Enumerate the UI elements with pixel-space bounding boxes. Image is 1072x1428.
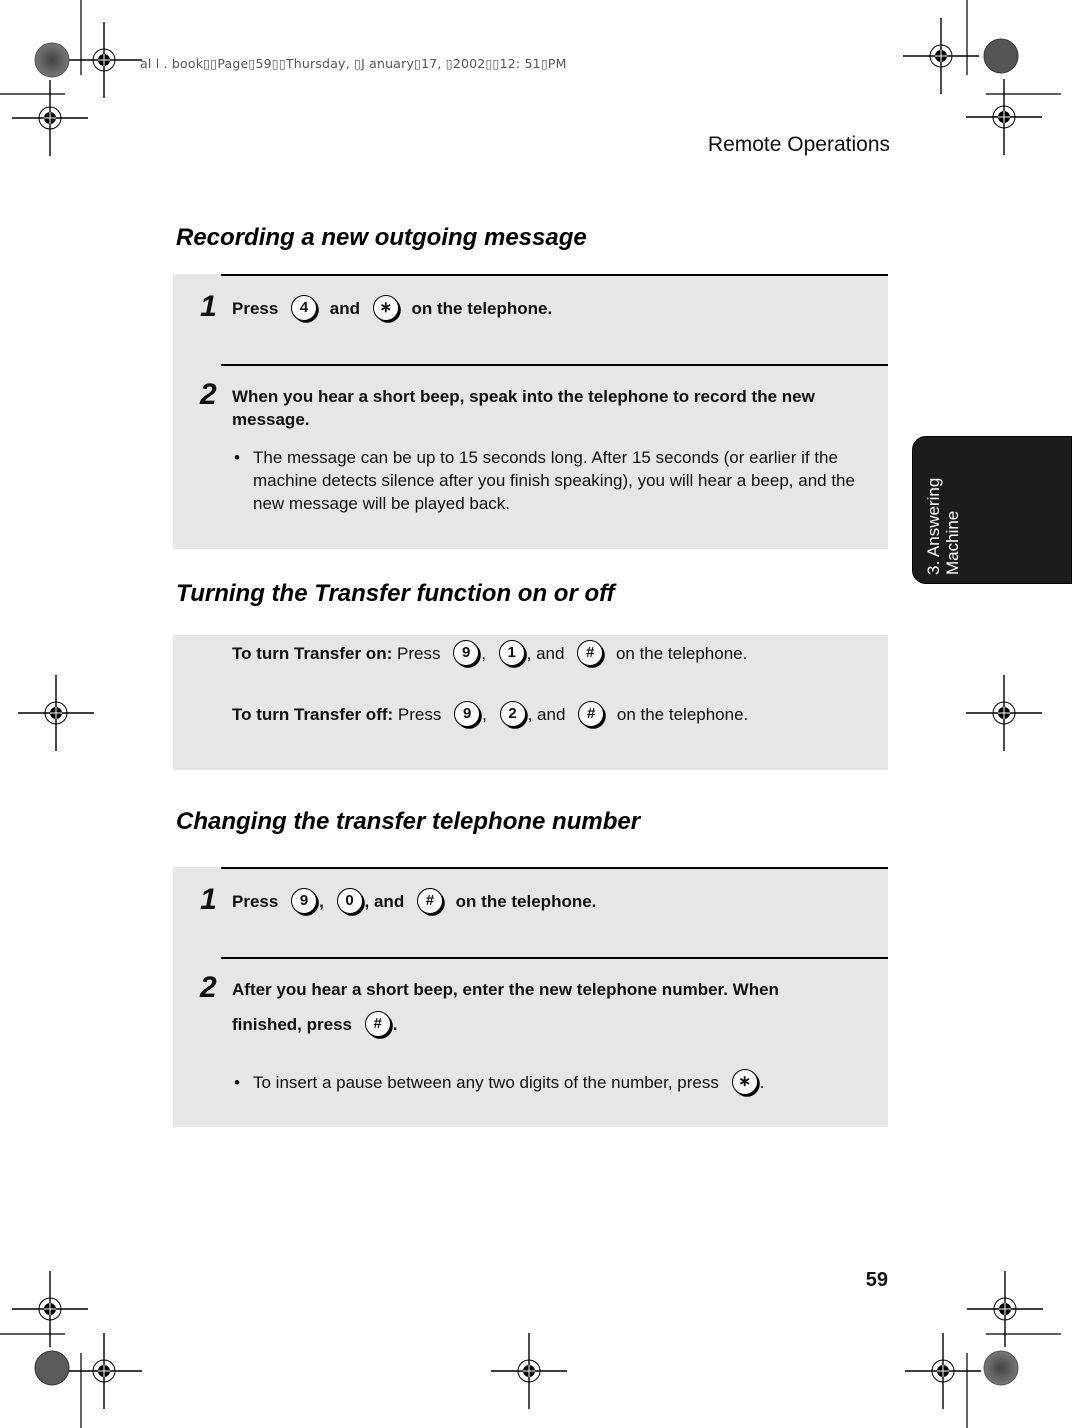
transfer-off-line: To turn Transfer off: Press 9, 2, and # …: [232, 700, 748, 730]
separator: ,: [481, 644, 486, 663]
keypad-9-icon: 9: [453, 639, 480, 666]
chapter-tab-line1: 3. Answering: [924, 477, 943, 575]
separator: , and: [364, 892, 405, 911]
transfer-on-label: To turn Transfer on:: [232, 644, 393, 663]
transfer-off-label: To turn Transfer off:: [232, 705, 394, 724]
step-number: 1: [200, 883, 217, 916]
step-number: 2: [200, 378, 217, 411]
separator: .: [392, 1015, 398, 1034]
bullet-icon: •: [234, 1073, 240, 1092]
keypad-hash-icon: #: [416, 887, 443, 914]
color-rosette-icon: [34, 1350, 70, 1386]
print-metadata: al l . book▯▯Page▯59▯▯Thursday, ▯J anuar…: [140, 56, 567, 71]
keypad-4-icon: 4: [291, 294, 318, 321]
registration-mark-icon: [966, 1270, 1044, 1348]
registration-mark-icon: [65, 21, 143, 99]
step-text: Press 9, 0, and # on the telephone.: [232, 887, 596, 917]
separator: , and: [527, 705, 566, 724]
separator: ,: [319, 892, 324, 911]
registration-mark-icon: [11, 79, 89, 157]
keypad-0-icon: 0: [336, 887, 363, 914]
registration-mark-icon: [11, 1270, 89, 1348]
keypad-hash-icon: #: [578, 700, 605, 727]
section-title-transfer: Turning the Transfer function on or off: [176, 580, 615, 607]
keypad-2-icon: 2: [499, 700, 526, 727]
instruction-panel-transfer: To turn Transfer on: Press 9, 1, and # o…: [173, 635, 888, 770]
line-word: on the telephone.: [615, 644, 748, 663]
registration-mark-icon: [965, 674, 1043, 752]
section-title-change-number: Changing the transfer telephone number: [176, 808, 641, 835]
chapter-tab-line2: Machine: [943, 510, 962, 575]
registration-mark-icon: [965, 78, 1043, 156]
step-text: After you hear a short beep, enter the n…: [232, 980, 779, 999]
color-rosette-icon: [34, 42, 70, 78]
registration-mark-icon: [65, 1332, 143, 1410]
keypad-9-icon: 9: [454, 700, 481, 727]
step-number: 2: [200, 971, 217, 1004]
bullet-note: • To insert a pause between any two digi…: [232, 1068, 872, 1095]
keypad-hash-icon: #: [577, 639, 604, 666]
line-word: on the telephone.: [616, 705, 749, 724]
step-text: Press 4 and ∗ on the telephone.: [232, 294, 552, 324]
color-rosette-icon: [983, 38, 1019, 74]
step-word: Press: [232, 892, 279, 911]
registration-mark-icon: [17, 674, 95, 752]
running-head: Remote Operations: [707, 133, 890, 156]
section-title-recording: Recording a new outgoing message: [176, 224, 587, 251]
line-word: Press: [397, 705, 442, 724]
step-word: on the telephone.: [455, 892, 597, 911]
separator: .: [759, 1073, 765, 1092]
color-rosette-icon: [983, 1350, 1019, 1386]
keypad-hash-icon: #: [364, 1010, 391, 1037]
registration-mark-icon: [490, 1332, 568, 1410]
keypad-1-icon: 1: [498, 639, 525, 666]
instruction-panel-recording: 1 Press 4 and ∗ on the telephone. 2 When…: [173, 274, 888, 549]
step-number: 1: [200, 290, 217, 323]
step-text: When you hear a short beep, speak into t…: [232, 387, 815, 429]
step-word: and: [329, 299, 361, 318]
bullet-note: • The message can be up to 15 seconds lo…: [232, 446, 872, 515]
separator: , and: [526, 644, 565, 663]
bullet-text: To insert a pause between any two digits…: [253, 1073, 719, 1092]
bullet-text: The message can be up to 15 seconds long…: [253, 448, 855, 513]
step-text-continued: finished, press #.: [232, 1010, 397, 1040]
page-number: 59: [865, 1269, 888, 1291]
keypad-star-icon: ∗: [372, 294, 399, 321]
step-word: on the telephone.: [411, 299, 553, 318]
step-word: finished, press: [232, 1015, 352, 1034]
bullet-icon: •: [234, 448, 240, 467]
line-word: Press: [396, 644, 441, 663]
transfer-on-line: To turn Transfer on: Press 9, 1, and # o…: [232, 639, 747, 669]
chapter-tab[interactable]: 3. Answering Machine: [912, 436, 1072, 584]
separator: ,: [482, 705, 487, 724]
keypad-9-icon: 9: [291, 887, 318, 914]
keypad-star-icon: ∗: [731, 1068, 758, 1095]
step-word: Press: [232, 299, 279, 318]
instruction-panel-change-number: 1 Press 9, 0, and # on the telephone. 2 …: [173, 867, 888, 1127]
registration-mark-icon: [904, 1332, 982, 1410]
